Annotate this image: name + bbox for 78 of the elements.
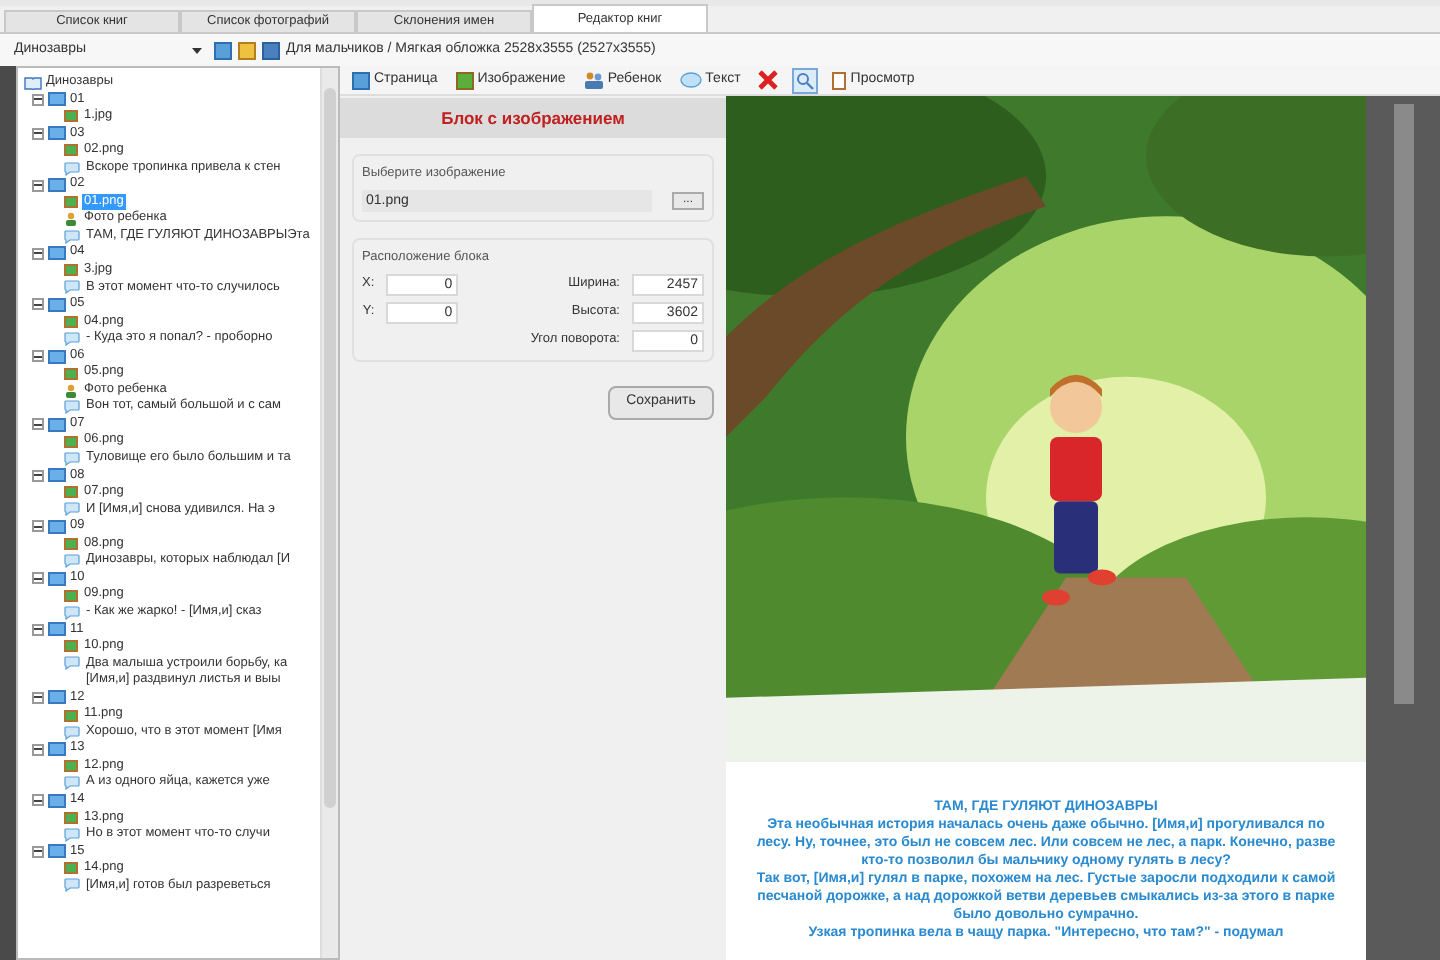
- folder-icon: [48, 417, 66, 432]
- collapse-toggle[interactable]: [32, 93, 44, 106]
- speech-bubble-icon: [64, 229, 80, 244]
- speech-bubble-icon: [64, 725, 80, 740]
- folder-icon: [48, 246, 66, 261]
- picture-file-icon: [64, 435, 78, 448]
- folder-icon: [48, 519, 66, 534]
- folder-icon: [48, 571, 66, 586]
- people-icon: [583, 71, 604, 89]
- picture-file-icon: [64, 196, 78, 209]
- collapse-toggle[interactable]: [32, 127, 44, 140]
- page-icon: [352, 71, 370, 89]
- speech-bubble-icon: [64, 502, 80, 517]
- picture-file-icon: [64, 640, 78, 653]
- speech-bubble-icon: [679, 71, 702, 89]
- caret-icon: [192, 47, 202, 53]
- picture-file-icon: [64, 811, 78, 824]
- speech-bubble-icon: [64, 827, 80, 842]
- magnifier-icon: [796, 71, 815, 89]
- speech-bubble-icon: [64, 878, 80, 893]
- speech-bubble-icon: [64, 400, 80, 415]
- collapse-toggle[interactable]: [32, 623, 44, 636]
- picture-file-icon: [64, 367, 78, 380]
- folder-icon: [48, 793, 66, 808]
- folder-icon: [48, 178, 66, 193]
- collapse-toggle[interactable]: [32, 691, 44, 704]
- collapse-toggle[interactable]: [32, 247, 44, 260]
- folder-icon: [48, 622, 66, 637]
- folder-icon: [48, 92, 66, 107]
- folder-icon: [48, 349, 66, 364]
- speech-bubble-icon: [64, 331, 80, 346]
- speech-bubble-icon: [64, 280, 80, 295]
- picture-file-icon: [455, 71, 474, 89]
- speech-bubble-icon: [64, 776, 80, 791]
- folder-icon: [48, 468, 66, 483]
- edit-icon[interactable]: [238, 41, 256, 59]
- collapse-toggle[interactable]: [32, 179, 44, 192]
- collapse-toggle[interactable]: [32, 743, 44, 756]
- scrollbar[interactable]: [320, 68, 338, 958]
- folder-icon: [48, 126, 66, 141]
- picture-file-icon: [64, 760, 78, 773]
- speech-bubble-icon: [64, 451, 80, 466]
- collapse-toggle[interactable]: [32, 520, 44, 533]
- picture-file-icon: [64, 589, 78, 602]
- toolbar-icon-button[interactable]: [754, 67, 783, 93]
- collapse-toggle[interactable]: [32, 794, 44, 807]
- folder-icon: [48, 844, 66, 859]
- book-icon: [24, 75, 42, 90]
- person-icon: [64, 383, 78, 398]
- picture-file-icon: [64, 315, 78, 328]
- picture-file-icon: [64, 264, 78, 277]
- picture-file-icon: [64, 110, 78, 123]
- picture-file-icon: [64, 144, 78, 157]
- scrollbar[interactable]: [1393, 104, 1413, 704]
- folder-icon: [48, 297, 66, 312]
- speech-bubble-icon: [64, 161, 80, 175]
- picture-file-icon: [64, 486, 78, 499]
- picture-file-icon: [64, 862, 78, 875]
- toolbar-icon-button[interactable]: [792, 67, 819, 93]
- collapse-toggle[interactable]: [32, 572, 44, 585]
- collapse-toggle[interactable]: [32, 845, 44, 858]
- speech-bubble-icon: [64, 554, 80, 569]
- page-icon[interactable]: [214, 41, 232, 59]
- collapse-toggle[interactable]: [32, 469, 44, 482]
- document-icon: [832, 71, 847, 89]
- speech-bubble-icon: [64, 605, 80, 620]
- folder-icon: [48, 690, 66, 705]
- picture-file-icon: [64, 538, 78, 551]
- panel-header: Блок с изображением: [340, 98, 726, 138]
- collapse-toggle[interactable]: [32, 350, 44, 363]
- delete-icon: [758, 70, 779, 90]
- collapse-toggle[interactable]: [32, 418, 44, 431]
- folder-icon: [48, 742, 66, 757]
- collapse-toggle[interactable]: [32, 298, 44, 311]
- page-icon[interactable]: [262, 41, 280, 59]
- speech-bubble-icon: [64, 656, 80, 671]
- picture-file-icon: [64, 709, 78, 721]
- person-icon: [64, 212, 78, 227]
